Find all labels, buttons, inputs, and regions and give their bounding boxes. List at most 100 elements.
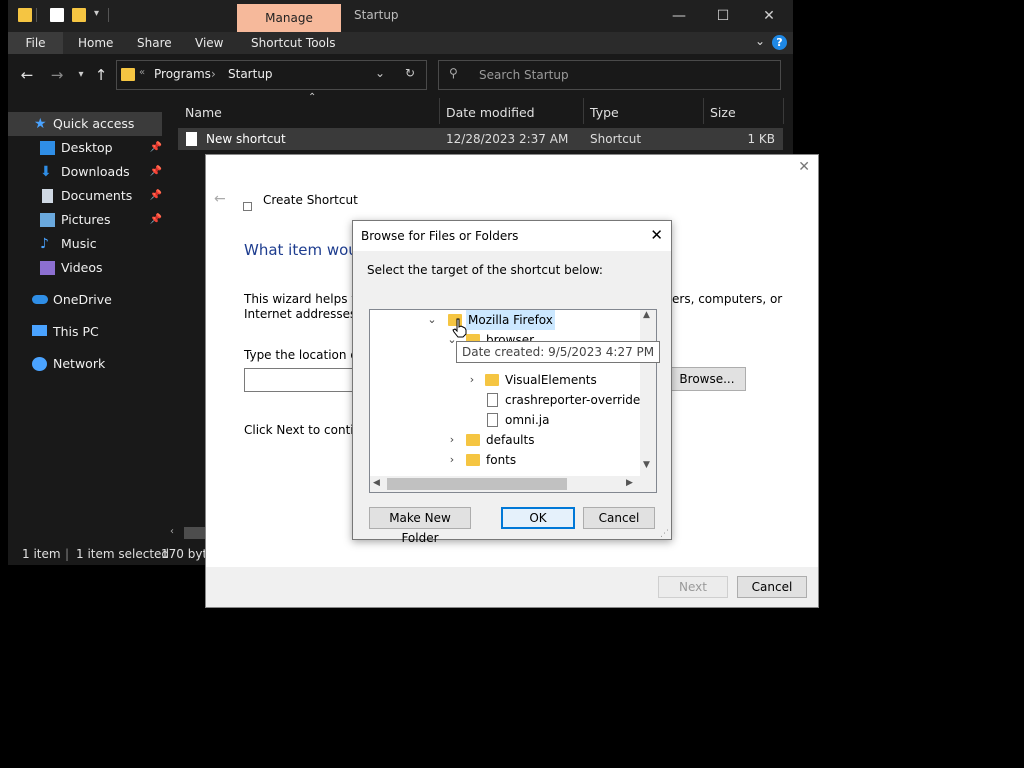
folder-icon bbox=[466, 454, 480, 466]
scroll-up-icon[interactable]: ▲ bbox=[643, 310, 650, 320]
manage-context-tab[interactable]: Manage bbox=[237, 4, 341, 32]
scroll-down-icon[interactable]: ▼ bbox=[643, 460, 650, 470]
file-date: 12/28/2023 2:37 AM bbox=[446, 132, 569, 146]
downloads-icon: ⬇ bbox=[40, 164, 52, 180]
recent-locations-icon[interactable]: ▾ bbox=[72, 66, 90, 84]
back-icon[interactable]: ← bbox=[18, 66, 36, 84]
nav-item-network[interactable]: Network bbox=[8, 352, 162, 376]
tab-shortcut-tools[interactable]: Shortcut Tools bbox=[241, 32, 346, 54]
network-icon bbox=[32, 357, 47, 371]
folder-icon bbox=[18, 8, 32, 22]
star-icon: ★ bbox=[34, 116, 47, 132]
close-icon[interactable]: ✕ bbox=[798, 159, 810, 175]
tab-view[interactable]: View bbox=[185, 32, 233, 54]
column-divider[interactable] bbox=[783, 98, 784, 124]
column-header-size[interactable]: Size bbox=[710, 100, 736, 126]
folder-icon bbox=[485, 374, 499, 386]
nav-item-music[interactable]: ♪ Music bbox=[8, 232, 162, 256]
nav-quick-access[interactable]: ★ Quick access bbox=[8, 112, 162, 136]
column-header-date[interactable]: Date modified bbox=[446, 100, 535, 126]
nav-item-onedrive[interactable]: OneDrive bbox=[8, 288, 162, 312]
column-header-type[interactable]: Type bbox=[590, 100, 619, 126]
nav-label: Pictures bbox=[61, 212, 111, 227]
tree-item-omni-ja[interactable]: omni.ja bbox=[370, 410, 640, 430]
computer-icon bbox=[32, 325, 47, 336]
tree-item-mozilla-firefox[interactable]: ⌄ Mozilla Firefox bbox=[370, 310, 640, 330]
maximize-icon[interactable]: ☐ bbox=[700, 0, 746, 32]
horizontal-scrollbar-thumb[interactable] bbox=[387, 478, 567, 490]
help-icon[interactable]: ? bbox=[772, 35, 787, 50]
sort-indicator-icon: ⌃ bbox=[308, 92, 317, 103]
divider bbox=[36, 8, 37, 22]
tree-item-crashreporter[interactable]: crashreporter-override bbox=[370, 390, 640, 410]
browse-for-files-dialog: Browse for Files or Folders ✕ Select the… bbox=[352, 220, 672, 545]
column-divider[interactable] bbox=[703, 98, 704, 124]
chevron-right-icon[interactable]: › bbox=[446, 450, 458, 470]
wizard-title: Create Shortcut bbox=[263, 193, 358, 207]
close-icon[interactable]: ✕ bbox=[746, 0, 792, 32]
pin-icon: 📌 bbox=[149, 214, 162, 225]
tree-item-defaults[interactable]: › defaults bbox=[370, 430, 640, 450]
pin-icon: 📌 bbox=[149, 190, 162, 201]
address-history-icon[interactable]: ⌄ bbox=[375, 66, 385, 80]
make-new-folder-button[interactable]: Make New Folder bbox=[369, 507, 471, 545]
nav-label: This PC bbox=[53, 324, 99, 339]
scroll-right-icon[interactable]: ▶ bbox=[626, 478, 633, 488]
search-box[interactable]: ⚲ Search Startup bbox=[438, 60, 781, 90]
back-arrow-icon[interactable]: ← bbox=[214, 191, 226, 207]
refresh-icon[interactable]: ↻ bbox=[405, 66, 415, 80]
horizontal-scrollbar[interactable]: ◀ ▶ bbox=[370, 476, 640, 492]
folder-tree[interactable]: ⌄ Mozilla Firefox ⌄ browser › VisualElem… bbox=[369, 309, 657, 493]
ok-button[interactable]: OK bbox=[501, 507, 575, 529]
tree-item-label: defaults bbox=[486, 433, 535, 447]
chevron-down-icon[interactable]: ⌄ bbox=[426, 310, 438, 330]
next-button[interactable]: Next bbox=[658, 576, 728, 598]
tree-item-fonts[interactable]: › fonts bbox=[370, 450, 640, 470]
cloud-icon bbox=[32, 295, 48, 304]
column-divider[interactable] bbox=[583, 98, 584, 124]
column-divider[interactable] bbox=[439, 98, 440, 124]
breadcrumb-programs[interactable]: Programs bbox=[154, 67, 211, 81]
nav-item-this-pc[interactable]: This PC bbox=[8, 320, 162, 344]
tab-home[interactable]: Home bbox=[68, 32, 123, 54]
nav-item-videos[interactable]: Videos bbox=[8, 256, 162, 280]
tree-item-visualelements[interactable]: › VisualElements bbox=[370, 370, 640, 390]
location-input[interactable] bbox=[244, 368, 358, 392]
file-size: 1 KB bbox=[747, 132, 775, 146]
properties-icon[interactable] bbox=[50, 8, 64, 22]
nav-item-pictures[interactable]: Pictures 📌 bbox=[8, 208, 162, 232]
minimize-icon[interactable]: — bbox=[656, 0, 702, 32]
address-bar[interactable]: « Programs › Startup ⌄ ↻ bbox=[116, 60, 427, 90]
title-bar: ▾ Manage Startup — ☐ ✕ bbox=[8, 0, 793, 32]
tree-item-label: Mozilla Firefox bbox=[466, 310, 555, 330]
chevron-right-icon[interactable]: › bbox=[446, 430, 458, 450]
forward-icon[interactable]: → bbox=[48, 66, 66, 84]
tree-item-label: crashreporter-override bbox=[505, 393, 641, 407]
breadcrumb-overflow[interactable]: « bbox=[139, 67, 145, 78]
tab-file[interactable]: File bbox=[8, 32, 63, 54]
cancel-button[interactable]: Cancel bbox=[583, 507, 655, 529]
nav-item-documents[interactable]: Documents 📌 bbox=[8, 184, 162, 208]
expand-ribbon-icon[interactable]: ⌄ bbox=[755, 34, 765, 48]
new-folder-icon[interactable] bbox=[72, 8, 86, 22]
shortcut-icon bbox=[243, 202, 252, 211]
browse-button[interactable]: Browse... bbox=[668, 367, 746, 391]
click-next-text: Click Next to continu bbox=[244, 423, 369, 437]
nav-item-desktop[interactable]: Desktop 📌 bbox=[8, 136, 162, 160]
cancel-button[interactable]: Cancel bbox=[737, 576, 807, 598]
scroll-left-icon[interactable]: ◀ bbox=[373, 478, 380, 488]
window-title: Startup bbox=[354, 8, 399, 22]
nav-item-downloads[interactable]: ⬇ Downloads 📌 bbox=[8, 160, 162, 184]
hand-cursor-icon bbox=[452, 318, 467, 338]
column-header-name[interactable]: Name bbox=[185, 100, 222, 126]
table-row[interactable]: New shortcut 12/28/2023 2:37 AM Shortcut… bbox=[178, 128, 783, 150]
up-icon[interactable]: ↑ bbox=[92, 66, 110, 84]
tab-share[interactable]: Share bbox=[127, 32, 182, 54]
resize-grip-icon[interactable]: ⋰ bbox=[660, 529, 669, 539]
nav-label: Videos bbox=[61, 260, 103, 275]
chevron-right-icon[interactable]: › bbox=[466, 370, 478, 390]
customize-quick-access-icon[interactable]: ▾ bbox=[94, 8, 99, 19]
close-icon[interactable]: ✕ bbox=[650, 226, 663, 244]
vertical-scrollbar[interactable]: ▲ ▼ bbox=[640, 310, 656, 476]
breadcrumb-startup[interactable]: Startup bbox=[228, 67, 273, 81]
